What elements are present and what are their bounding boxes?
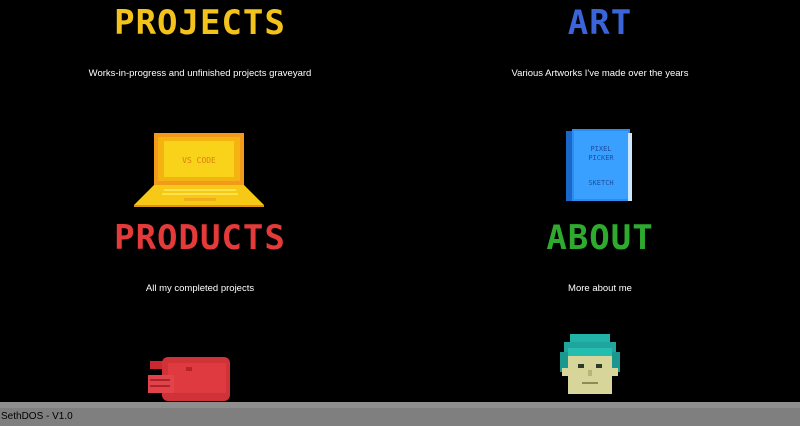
art-title[interactable]: ART bbox=[400, 4, 800, 42]
laptop-icon[interactable]: VS CODE bbox=[134, 133, 266, 207]
taskbar-top-edge bbox=[0, 402, 800, 408]
cat-icon[interactable] bbox=[146, 355, 236, 403]
art-tile[interactable]: ART Various Artworks I've made over the … bbox=[400, 0, 800, 210]
about-title[interactable]: ABOUT bbox=[400, 219, 800, 257]
products-tile[interactable]: PRODUCTS All my completed projects bbox=[0, 215, 400, 402]
sketchbook-icon[interactable]: PIXEL PICKER SKETCH bbox=[566, 129, 632, 203]
avatar-icon[interactable] bbox=[558, 334, 624, 400]
products-description: All my completed projects bbox=[145, 283, 255, 294]
sketchbook-label-bottom: SKETCH bbox=[588, 179, 613, 187]
art-description: Various Artworks I've made over the year… bbox=[511, 68, 689, 79]
sketchbook-label-mid: PICKER bbox=[588, 154, 614, 162]
products-title[interactable]: PRODUCTS bbox=[0, 219, 400, 257]
os-version-label: SethDOS - V1.0 bbox=[1, 411, 73, 422]
projects-tile[interactable]: PROJECTS Works-in-progress and unfinishe… bbox=[0, 0, 400, 210]
about-tile[interactable]: ABOUT More about me bbox=[400, 215, 800, 402]
sketchbook-label-top: PIXEL bbox=[590, 145, 611, 153]
laptop-screen-label: VS CODE bbox=[182, 156, 216, 165]
projects-description: Works-in-progress and unfinished project… bbox=[88, 68, 312, 79]
projects-title[interactable]: PROJECTS bbox=[0, 4, 400, 42]
about-description: More about me bbox=[568, 283, 632, 294]
taskbar: SethDOS - V1.0 bbox=[0, 402, 800, 426]
